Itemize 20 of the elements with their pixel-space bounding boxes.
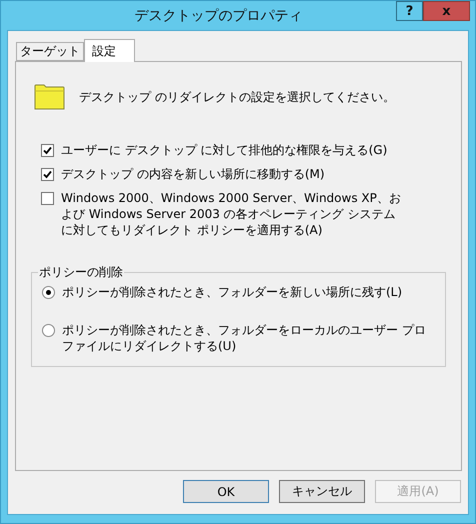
radio-label: ポリシーが削除されたとき、フォルダーをローカルのユーザー プロファイルにリダイレクトする(U) (62, 322, 427, 354)
folder-icon (34, 84, 65, 110)
checkbox-label: Windows 2000、Windows 2000 Server、Windows XP、および Windows Server 2003 の各オペレーティング システムに対してもリダイレクト ポリシーを適用する(A) (61, 190, 402, 238)
radio-label: ポリシーが削除されたとき、フォルダーを新しい場所に残す(L) (62, 284, 402, 300)
tab[interactable]: ターゲット (16, 42, 84, 61)
tab[interactable]: 設定 (84, 39, 135, 62)
checkbox[interactable] (41, 144, 54, 157)
checkbox-label: デスクトップ の内容を新しい場所に移動する(M) (61, 166, 325, 182)
checkbox[interactable] (41, 168, 54, 181)
radio-button[interactable] (42, 286, 55, 299)
close-button[interactable]: x (423, 1, 470, 21)
help-button[interactable]: ? (396, 1, 423, 21)
window-title: デスクトップのプロパティ (134, 7, 304, 26)
dialog-button[interactable]: OK (183, 480, 269, 503)
group-title: ポリシーの削除 (38, 264, 124, 280)
checkbox[interactable] (41, 192, 54, 205)
dialog-button[interactable]: キャンセル (279, 480, 365, 503)
checkbox-label: ユーザーに デスクトップ に対して排他的な権限を与える(G) (61, 142, 388, 158)
radio-button[interactable] (42, 324, 55, 337)
instruction-text: デスクトップ のリダイレクトの設定を選択してください。 (79, 89, 395, 105)
